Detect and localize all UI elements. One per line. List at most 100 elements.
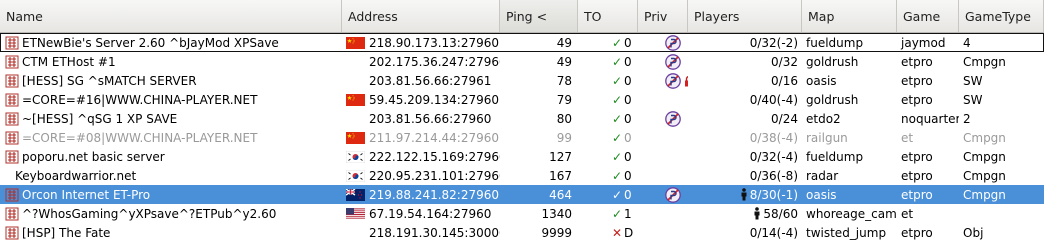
server-row[interactable]: =CORE=#08|WWW.CHINA-PLAYER.NET 211.97.214… xyxy=(0,128,1044,147)
timeout-count: 0 xyxy=(624,54,632,69)
ping-cell: 79 xyxy=(556,92,572,107)
game-icon xyxy=(5,131,19,145)
server-row[interactable]: Orcon Internet ET-Pro 219.88.241.82:27960… xyxy=(0,185,1044,204)
gametype-cell: 4 xyxy=(963,35,971,50)
timeout-count: 1 xyxy=(624,206,632,221)
game-cell: etpro xyxy=(901,168,933,183)
server-address: 220.95.231.101:27960 xyxy=(369,168,500,183)
column-header-timeouts[interactable]: TO xyxy=(578,0,638,32)
player-count: 0/32(-4) xyxy=(749,149,798,164)
server-name-cell: CTM ETHost #1 xyxy=(0,52,342,71)
gametype-cell: 2 xyxy=(963,111,971,126)
column-header-players[interactable]: Players xyxy=(688,0,802,32)
column-header-gametype[interactable]: GameType xyxy=(959,0,1044,32)
timeout-cell: ✓ 0 xyxy=(578,90,638,109)
server-name: =CORE=#16|WWW.CHINA-PLAYER.NET xyxy=(22,92,258,107)
players-cell: 0/16 xyxy=(688,71,802,90)
ping-cell: 99 xyxy=(556,130,572,145)
server-address: 203.81.56.66:27960 xyxy=(369,111,492,126)
column-header-private[interactable]: Priv xyxy=(638,0,688,32)
game-cell: et xyxy=(901,130,914,145)
address-cell: 203.81.56.66:27961 xyxy=(342,71,500,90)
server-address: 218.90.173.13:27960 xyxy=(369,35,500,50)
address-cell: 203.81.56.66:27960 xyxy=(342,109,500,128)
person-icon xyxy=(740,188,748,201)
map-cell: twisted_jump xyxy=(806,225,887,240)
players-cell: 0/32(-4) xyxy=(688,147,802,166)
server-list[interactable]: Name Address Ping < TO Priv Players Map … xyxy=(0,0,1044,247)
game-cell: jaymod xyxy=(901,35,946,50)
us-flag-icon xyxy=(346,207,365,220)
timeout-count: D xyxy=(624,225,634,240)
address-cell: 219.88.241.82:27960 xyxy=(342,185,500,204)
server-address: 202.175.36.247:27960 xyxy=(369,54,500,69)
ping-cell: 80 xyxy=(556,111,572,126)
private-cell xyxy=(638,223,688,242)
check-icon: ✓ xyxy=(611,111,623,126)
player-count: 0/14(-4) xyxy=(749,225,798,240)
column-header-game[interactable]: Game xyxy=(897,0,959,32)
timeout-cell: ✕ D xyxy=(578,223,638,242)
ping-cell: 1340 xyxy=(541,206,572,221)
private-cell xyxy=(638,109,688,128)
check-icon: ✓ xyxy=(611,73,623,88)
players-cell: 8/30(-1) xyxy=(688,185,802,204)
gametype-cell: Cmpgn xyxy=(963,187,1006,202)
private-cell xyxy=(638,204,688,223)
server-name-cell: ^?WhosGaming^yXPsave^?ETPub^y2.60 xyxy=(0,204,342,223)
game-cell: etpro xyxy=(901,73,933,88)
server-row[interactable]: Keyboardwarrior.net 220.95.231.101:27960 1… xyxy=(0,166,1044,185)
player-count: 0/36(-8) xyxy=(749,168,798,183)
check-icon: ✓ xyxy=(611,92,623,107)
map-cell: whoreage_camp xyxy=(806,206,897,221)
server-name: ^?WhosGaming^yXPsave^?ETPub^y2.60 xyxy=(22,206,277,221)
ping-cell: 78 xyxy=(556,73,572,88)
gametype-cell: Cmpgn xyxy=(963,149,1006,164)
game-icon xyxy=(5,74,19,88)
address-cell: 220.95.231.101:27960 xyxy=(342,166,500,185)
address-cell: 218.90.173.13:27960 xyxy=(342,33,500,52)
player-count: 0/40(-4) xyxy=(749,92,798,107)
server-address: 222.122.15.169:27960 xyxy=(369,149,500,164)
column-header-map[interactable]: Map xyxy=(802,0,897,32)
column-header-name[interactable]: Name xyxy=(0,0,342,32)
column-header-address[interactable]: Address xyxy=(342,0,500,32)
game-cell: etpro xyxy=(901,187,933,202)
server-row[interactable]: ~[HESS] ^qSG 1 XP SAVE 203.81.56.66:27960… xyxy=(0,109,1044,128)
server-row[interactable]: ETNewBie's Server 2.60 ^bJayMod XPSave 21… xyxy=(0,33,1044,52)
timeout-cell: ✓ 1 xyxy=(578,204,638,223)
server-row[interactable]: ^?WhosGaming^yXPsave^?ETPub^y2.60 67.19.5… xyxy=(0,204,1044,223)
check-icon: ✓ xyxy=(611,149,623,164)
server-name: ~[HESS] ^qSG 1 XP SAVE xyxy=(22,111,178,126)
address-cell: 218.191.30.145:30000 xyxy=(342,223,500,242)
server-address: 59.45.209.134:27960 xyxy=(369,92,500,107)
timeout-count: 0 xyxy=(624,130,632,145)
players-cell: 0/24 xyxy=(688,109,802,128)
server-row[interactable]: =CORE=#16|WWW.CHINA-PLAYER.NET 59.45.209.… xyxy=(0,90,1044,109)
server-row[interactable]: CTM ETHost #1 202.175.36.247:27960 49 ✓ 0 0/3… xyxy=(0,52,1044,71)
player-count: 0/32 xyxy=(771,54,798,69)
server-name-cell: =CORE=#08|WWW.CHINA-PLAYER.NET xyxy=(0,128,342,147)
timeout-count: 0 xyxy=(624,168,632,183)
server-name-cell: poporu.net basic server xyxy=(0,147,342,166)
server-name-cell: Orcon Internet ET-Pro xyxy=(0,185,342,204)
column-header-ping[interactable]: Ping < xyxy=(500,0,578,32)
map-cell: etdo2 xyxy=(806,111,841,126)
gametype-cell: Cmpgn xyxy=(963,54,1006,69)
game-icon xyxy=(5,226,19,240)
punkbuster-icon xyxy=(664,110,682,128)
server-address: 67.19.54.164:27960 xyxy=(369,206,492,221)
players-cell: 0/36(-8) xyxy=(688,166,802,185)
server-row[interactable]: poporu.net basic server 222.122.15.169:27… xyxy=(0,147,1044,166)
timeout-cell: ✓ 0 xyxy=(578,109,638,128)
server-address: 218.191.30.145:30000 xyxy=(369,225,500,240)
server-address: 211.97.214.44:27960 xyxy=(369,130,500,145)
game-icon xyxy=(5,207,19,221)
check-icon: ✓ xyxy=(611,168,623,183)
game-icon xyxy=(5,93,19,107)
server-row[interactable]: [HESS] SG ^sMATCH SERVER 203.81.56.66:279… xyxy=(0,71,1044,90)
kr-flag-icon xyxy=(345,150,366,163)
server-row[interactable]: [HSP] The Fate 218.191.30.145:30000 9999 ✕ D… xyxy=(0,223,1044,242)
gametype-cell: Obj xyxy=(963,225,984,240)
ping-cell: 9999 xyxy=(541,225,572,240)
